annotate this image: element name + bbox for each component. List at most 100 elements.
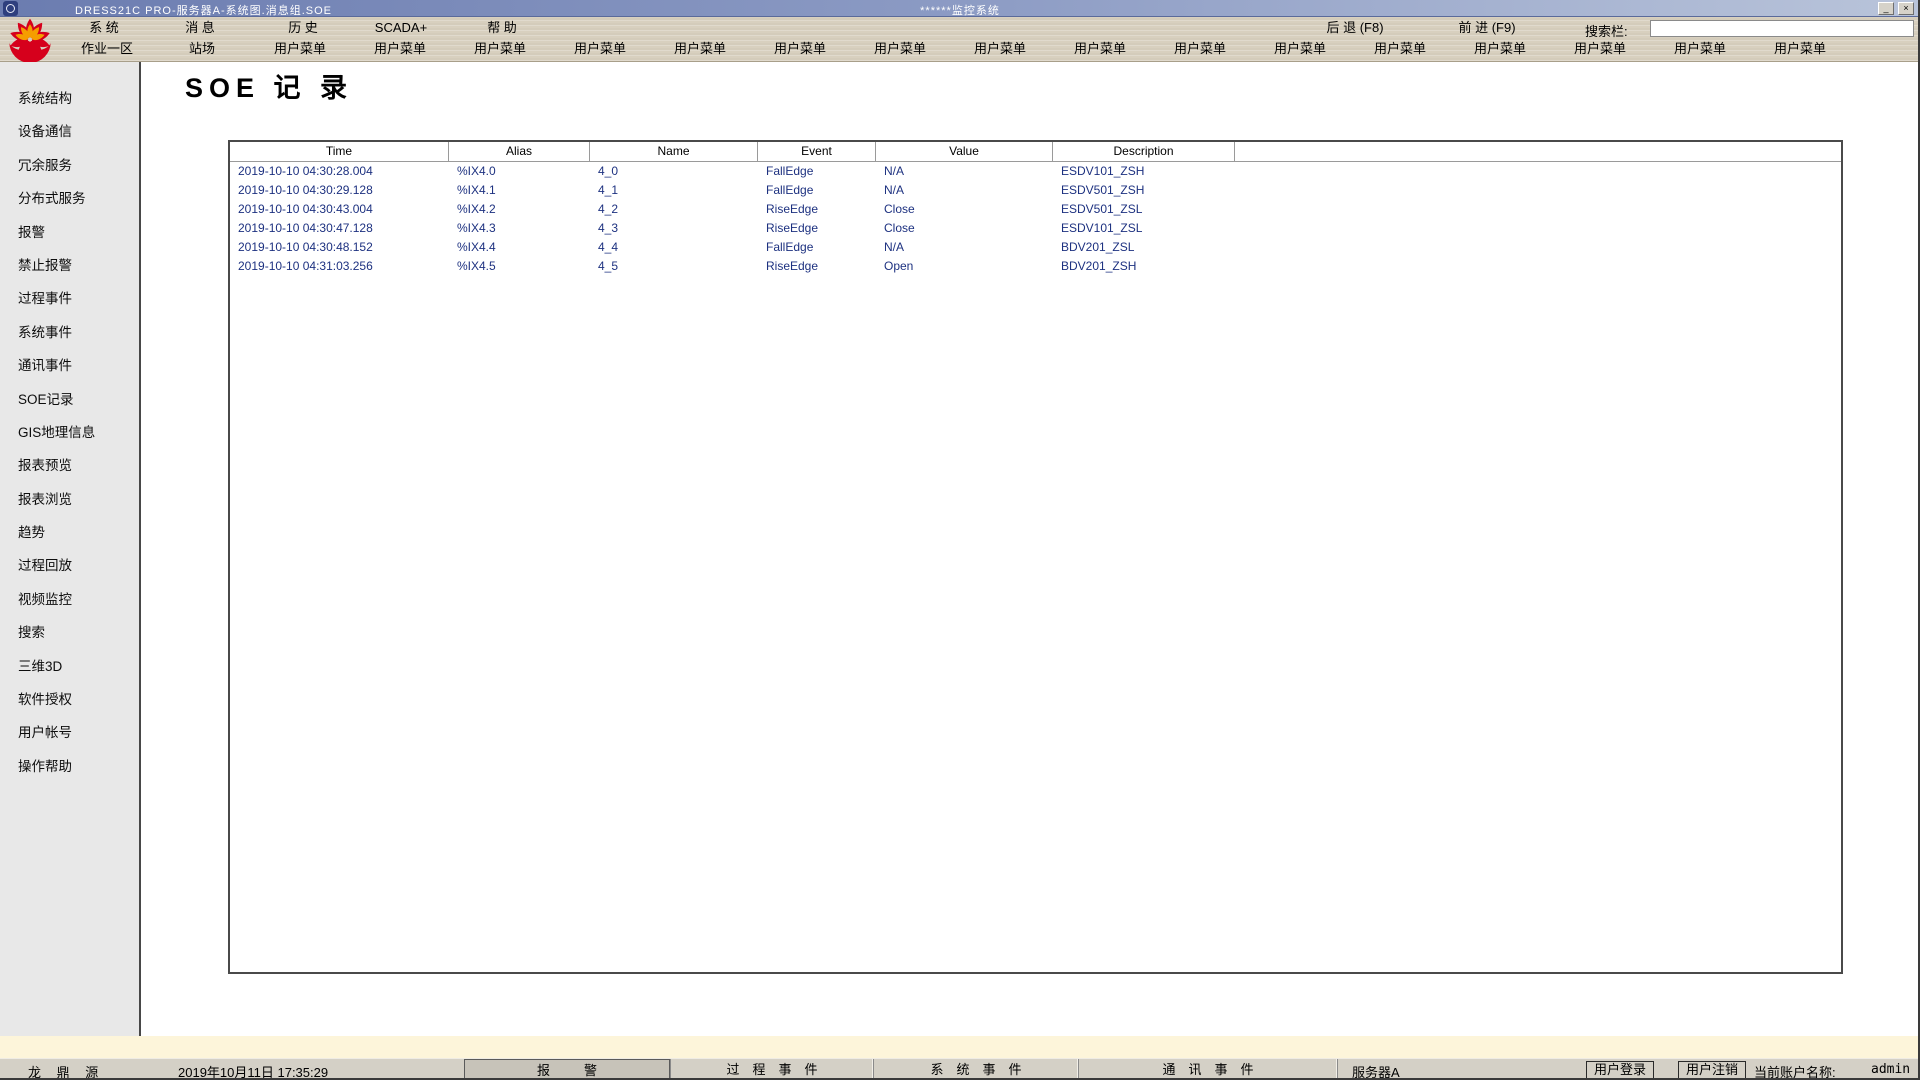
sidebar-item-system-events[interactable]: 系统事件 <box>0 322 139 355</box>
column-header-time[interactable]: Time <box>230 142 449 161</box>
sidebar-item-report-preview[interactable]: 报表预览 <box>0 455 139 488</box>
sidebar-item-redundancy[interactable]: 冗余服务 <box>0 155 139 188</box>
cell-alias: %IX4.5 <box>449 257 590 276</box>
user-menu-12[interactable]: 用户菜单 <box>1350 40 1450 58</box>
cell-description: ESDV501_ZSH <box>1053 181 1235 200</box>
sidebar-item-user-account[interactable]: 用户帐号 <box>0 722 139 755</box>
sidebar-item-trend[interactable]: 趋势 <box>0 522 139 555</box>
page-title: SOE 记 录 <box>185 66 353 105</box>
cell-time: 2019-10-10 04:30:28.004 <box>230 162 449 181</box>
sidebar: 系统结构 设备通信 冗余服务 分布式服务 报警 禁止报警 过程事件 系统事件 通… <box>0 62 141 1036</box>
process-events-toggle[interactable]: 过程事件 <box>670 1059 874 1080</box>
cell-value: Open <box>876 257 1053 276</box>
cell-name: 4_0 <box>590 162 758 181</box>
cell-time: 2019-10-10 04:30:43.004 <box>230 200 449 219</box>
login-button[interactable]: 用户登录 <box>1586 1061 1654 1079</box>
cell-time: 2019-10-10 04:30:29.128 <box>230 181 449 200</box>
menu-scada[interactable]: SCADA+ <box>356 19 446 37</box>
logout-button[interactable]: 用户注销 <box>1678 1061 1746 1079</box>
user-menu-7[interactable]: 用户菜单 <box>850 40 950 58</box>
sidebar-item-search[interactable]: 搜索 <box>0 622 139 655</box>
user-menu-2[interactable]: 用户菜单 <box>350 40 450 58</box>
sidebar-item-report-browse[interactable]: 报表浏览 <box>0 489 139 522</box>
cell-description: ESDV101_ZSL <box>1053 219 1235 238</box>
sidebar-item-process-replay[interactable]: 过程回放 <box>0 555 139 588</box>
forward-button[interactable]: 前 进 (F9) <box>1412 19 1562 37</box>
sidebar-item-help[interactable]: 操作帮助 <box>0 756 139 789</box>
cell-event: RiseEdge <box>758 257 876 276</box>
user-menu-1[interactable]: 用户菜单 <box>250 40 350 58</box>
sidebar-item-alarm-disable[interactable]: 禁止报警 <box>0 255 139 288</box>
cell-alias: %IX4.4 <box>449 238 590 257</box>
cell-alias: %IX4.1 <box>449 181 590 200</box>
menu-help[interactable]: 帮 助 <box>457 19 547 37</box>
user-menu-13[interactable]: 用户菜单 <box>1450 40 1550 58</box>
column-header-description[interactable]: Description <box>1053 142 1235 161</box>
menu-message[interactable]: 消 息 <box>155 19 245 37</box>
column-header-empty <box>1235 142 1841 161</box>
close-button[interactable]: × <box>1898 2 1914 15</box>
user-menu-8[interactable]: 用户菜单 <box>950 40 1050 58</box>
table-row[interactable]: 2019-10-10 04:30:43.004 %IX4.2 4_2 RiseE… <box>230 200 1841 219</box>
alarm-toggle[interactable]: 报警 <box>464 1059 670 1080</box>
comm-events-toggle[interactable]: 通讯事件 <box>1079 1059 1338 1080</box>
user-menu-10[interactable]: 用户菜单 <box>1150 40 1250 58</box>
menu-system[interactable]: 系 统 <box>59 19 149 37</box>
search-label: 搜索栏: <box>1585 21 1628 40</box>
cell-name: 4_5 <box>590 257 758 276</box>
table-row[interactable]: 2019-10-10 04:30:48.152 %IX4.4 4_4 FallE… <box>230 238 1841 257</box>
window-title: DRESS21C PRO-服务器A-系统图.消息组.SOE <box>75 2 332 18</box>
table-row[interactable]: 2019-10-10 04:30:28.004 %IX4.0 4_0 FallE… <box>230 162 1841 181</box>
cell-event: FallEdge <box>758 181 876 200</box>
account-value: admin <box>1871 1062 1910 1077</box>
cell-time: 2019-10-10 04:30:48.152 <box>230 238 449 257</box>
search-input[interactable] <box>1650 20 1914 37</box>
sidebar-item-process-events[interactable]: 过程事件 <box>0 288 139 321</box>
nav-station[interactable]: 站场 <box>157 40 247 58</box>
menu-history[interactable]: 历 史 <box>258 19 348 37</box>
column-header-value[interactable]: Value <box>876 142 1053 161</box>
sidebar-item-license[interactable]: 软件授权 <box>0 689 139 722</box>
sidebar-item-soe-records[interactable]: SOE记录 <box>0 389 139 422</box>
cell-event: RiseEdge <box>758 200 876 219</box>
title-bar: ******监控系统 DRESS21C PRO-服务器A-系统图.消息组.SOE… <box>0 0 1920 17</box>
cell-value: Close <box>876 219 1053 238</box>
cell-value: N/A <box>876 238 1053 257</box>
user-menu-14[interactable]: 用户菜单 <box>1550 40 1650 58</box>
cell-alias: %IX4.2 <box>449 200 590 219</box>
sidebar-item-3d[interactable]: 三维3D <box>0 656 139 689</box>
column-header-name[interactable]: Name <box>590 142 758 161</box>
table-row[interactable]: 2019-10-10 04:30:47.128 %IX4.3 4_3 RiseE… <box>230 219 1841 238</box>
user-menu-6[interactable]: 用户菜单 <box>750 40 850 58</box>
sidebar-item-gis[interactable]: GIS地理信息 <box>0 422 139 455</box>
table-row[interactable]: 2019-10-10 04:31:03.256 %IX4.5 4_5 RiseE… <box>230 257 1841 276</box>
minimize-button[interactable]: _ <box>1878 2 1894 15</box>
sidebar-item-device-comm[interactable]: 设备通信 <box>0 121 139 154</box>
user-menu-9[interactable]: 用户菜单 <box>1050 40 1150 58</box>
table-row[interactable]: 2019-10-10 04:30:29.128 %IX4.1 4_1 FallE… <box>230 181 1841 200</box>
back-button[interactable]: 后 退 (F8) <box>1275 19 1435 37</box>
user-menu-5[interactable]: 用户菜单 <box>650 40 750 58</box>
cell-event: FallEdge <box>758 162 876 181</box>
cell-value: Close <box>876 200 1053 219</box>
cell-value: N/A <box>876 181 1053 200</box>
nav-region[interactable]: 作业一区 <box>62 40 152 58</box>
sidebar-item-comm-events[interactable]: 通讯事件 <box>0 355 139 388</box>
cell-name: 4_4 <box>590 238 758 257</box>
cell-alias: %IX4.3 <box>449 219 590 238</box>
column-header-event[interactable]: Event <box>758 142 876 161</box>
user-menu-15[interactable]: 用户菜单 <box>1650 40 1750 58</box>
cell-value: N/A <box>876 162 1053 181</box>
user-menu-11[interactable]: 用户菜单 <box>1250 40 1350 58</box>
user-menu-3[interactable]: 用户菜单 <box>450 40 550 58</box>
cell-time: 2019-10-10 04:30:47.128 <box>230 219 449 238</box>
user-menu-4[interactable]: 用户菜单 <box>550 40 650 58</box>
sidebar-item-video[interactable]: 视频监控 <box>0 589 139 622</box>
sidebar-item-alarm[interactable]: 报警 <box>0 222 139 255</box>
sidebar-item-distributed[interactable]: 分布式服务 <box>0 188 139 221</box>
sidebar-item-system-structure[interactable]: 系统结构 <box>0 88 139 121</box>
system-events-toggle[interactable]: 系统事件 <box>874 1059 1079 1080</box>
column-header-alias[interactable]: Alias <box>449 142 590 161</box>
bottom-spacer-strip <box>0 1036 1920 1058</box>
user-menu-16[interactable]: 用户菜单 <box>1750 40 1850 58</box>
